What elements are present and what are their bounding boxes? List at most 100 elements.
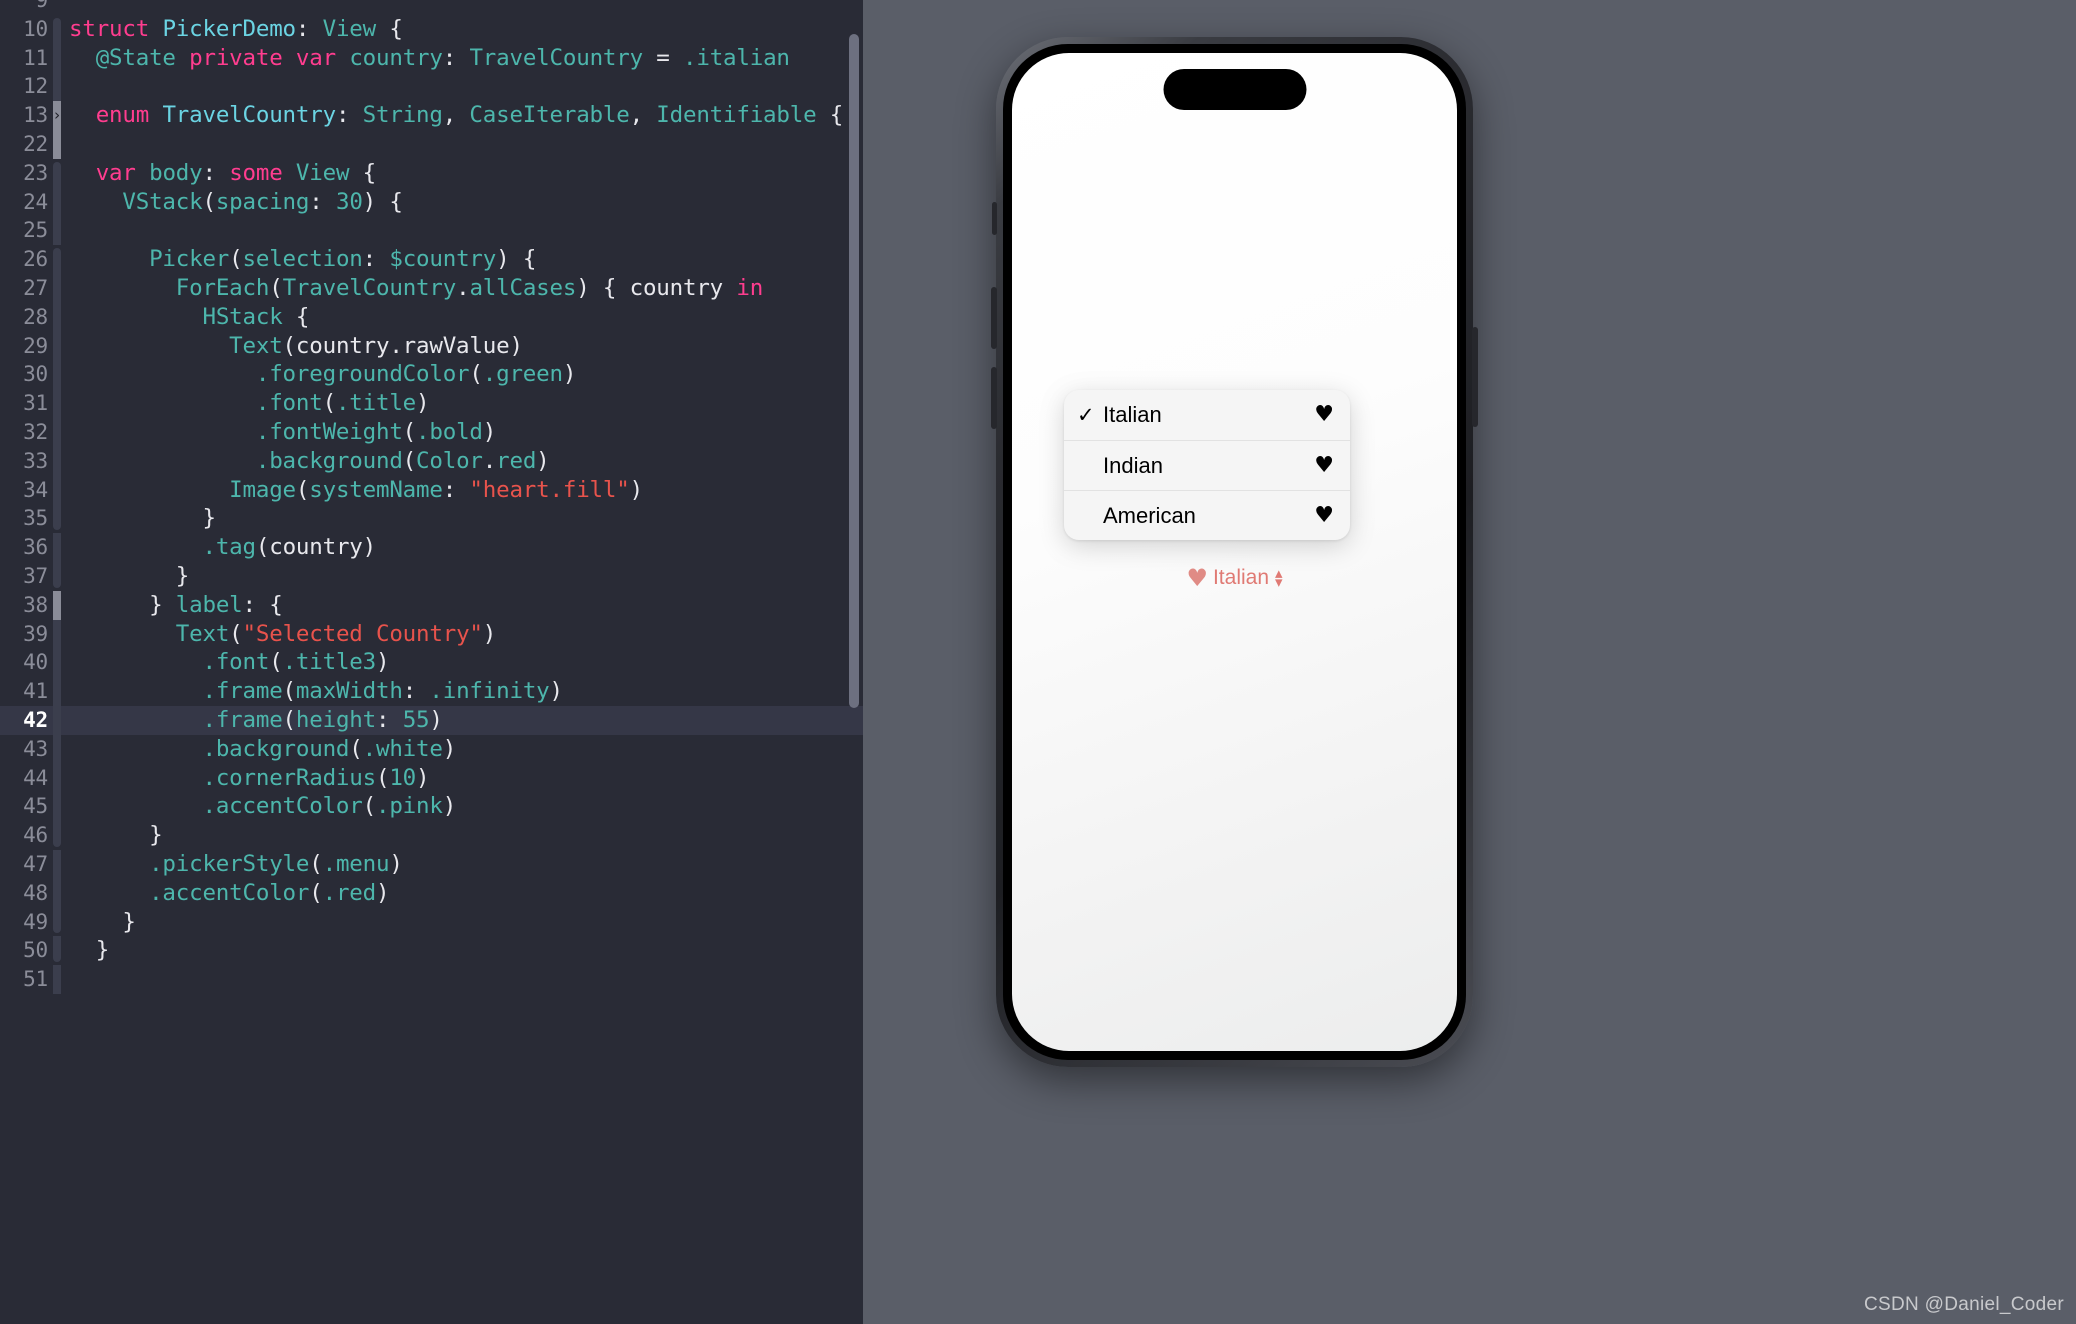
code-fold-ribbon <box>50 619 63 649</box>
code-token: in <box>736 274 764 301</box>
code-token: .foregroundColor <box>255 361 470 388</box>
picker-menu-item-label: Italian <box>1103 402 1162 427</box>
code-line[interactable]: 29 Text(country.rawValue) <box>0 331 863 361</box>
code-token: country <box>349 44 443 71</box>
line-number: 47 <box>23 851 48 876</box>
code-line-text: ForEach(TravelCountry.allCases) { countr… <box>63 274 863 303</box>
picker-menu-item[interactable]: ✓ Italian ♥ <box>1064 390 1350 440</box>
code-fold-ribbon <box>50 907 63 937</box>
code-line[interactable]: 25 <box>0 216 863 245</box>
heart-fill-icon: ♥ <box>1186 564 1208 592</box>
code-lines-container[interactable]: 9 10 struct PickerDemo: View {11 @State pr… <box>0 0 863 994</box>
code-line-text: .frame(height: 55) <box>63 706 863 735</box>
code-line[interactable]: 12 <box>0 72 863 101</box>
picker-dropdown-menu[interactable]: ✓ Italian ♥ Indian ♥ American ♥ <box>1064 390 1350 540</box>
code-token: enum <box>95 102 163 129</box>
code-line[interactable]: 50 } <box>0 936 863 965</box>
code-line[interactable]: 45 .accentColor(.pink) <box>0 792 863 821</box>
code-fold-ribbon <box>50 0 63 15</box>
line-number: 39 <box>23 621 48 646</box>
code-line[interactable]: 11 @State private var country: TravelCou… <box>0 43 863 73</box>
code-line-text: .accentColor(.pink) <box>63 792 863 821</box>
mute-switch[interactable] <box>992 202 997 235</box>
code-fold-ribbon <box>50 936 63 965</box>
code-line[interactable]: 10 struct PickerDemo: View { <box>0 15 863 44</box>
code-line[interactable]: 47 .pickerStyle(.menu) <box>0 849 863 879</box>
code-line[interactable]: 28 HStack { <box>0 302 863 332</box>
editor-vertical-scrollbar[interactable] <box>849 34 859 708</box>
code-line[interactable]: 51 <box>0 965 863 994</box>
code-token: .accentColor <box>149 879 310 906</box>
picker-menu-item[interactable]: American ♥ <box>1064 490 1350 540</box>
code-line[interactable]: 38 } label: { <box>0 590 863 620</box>
device-screen[interactable]: ✓ Italian ♥ Indian ♥ American ♥ ♥ Italian ▴ ▾ <box>1012 53 1457 1051</box>
preview-canvas[interactable]: ✓ Italian ♥ Indian ♥ American ♥ ♥ Italian ▴ ▾ … <box>863 0 2076 1324</box>
power-button[interactable] <box>1472 327 1478 427</box>
app-window: 9 10 struct PickerDemo: View {11 @State pr… <box>0 0 2076 1324</box>
code-line[interactable]: 35 } <box>0 504 863 533</box>
code-line[interactable]: 31 .font(.title) <box>0 389 863 418</box>
code-line[interactable]: 23 var body: some View { <box>0 159 863 188</box>
code-line[interactable]: 40 .font(.title3) <box>0 648 863 677</box>
code-line[interactable]: 42 .frame(height: 55) <box>0 705 863 735</box>
code-line-text: .background(Color.red) <box>63 447 863 476</box>
code-token: , <box>442 102 470 129</box>
code-token: .cornerRadius <box>202 764 376 791</box>
selected-country-label[interactable]: ♥ Italian ▴ ▾ <box>1012 564 1457 592</box>
code-token: ( <box>469 361 483 388</box>
code-line[interactable]: 26 Picker(selection: $country) { <box>0 245 863 274</box>
code-line[interactable]: 9 <box>0 0 863 15</box>
code-editor-panel[interactable]: 9 10 struct PickerDemo: View {11 @State pr… <box>0 0 863 1324</box>
code-line[interactable]: 33 .background(Color.red) <box>0 446 863 476</box>
code-token: ( <box>362 793 377 820</box>
code-line[interactable]: 39 Text("Selected Country") <box>0 619 863 649</box>
code-token: TravelCountry <box>162 102 336 129</box>
code-token: ( <box>255 534 270 561</box>
code-token: .bold <box>416 418 483 445</box>
code-token: struct <box>69 15 163 42</box>
line-number: 50 <box>23 938 48 963</box>
line-number: 33 <box>23 448 48 473</box>
code-line[interactable]: 43 .background(.white) <box>0 734 863 764</box>
code-line[interactable]: 41 .frame(maxWidth: .infinity) <box>0 677 863 706</box>
code-line[interactable]: 36 .tag(country) <box>0 533 863 562</box>
code-line-text: VStack(spacing: 30) { <box>63 188 863 217</box>
code-token: : { <box>242 591 283 618</box>
code-line[interactable]: 37 } <box>0 561 863 591</box>
code-fold-ribbon <box>50 561 63 591</box>
code-line[interactable]: 13 › enum TravelCountry: String, CaseIter… <box>0 101 863 130</box>
code-line[interactable]: 32 .fontWeight(.bold) <box>0 417 863 447</box>
code-line[interactable]: 27 ForEach(TravelCountry.allCases) { cou… <box>0 273 863 303</box>
code-line[interactable]: 30 .foregroundColor(.green) <box>0 360 863 389</box>
code-token: ) <box>509 332 523 359</box>
line-number: 41 <box>23 679 48 704</box>
code-line[interactable]: 49 } <box>0 907 863 937</box>
volume-up-button[interactable] <box>991 287 997 349</box>
code-line[interactable]: 44 .cornerRadius(10) <box>0 763 863 793</box>
picker-menu-item[interactable]: Indian ♥ <box>1064 440 1350 490</box>
code-line-text: .font(.title) <box>63 389 863 418</box>
code-line[interactable]: 34 Image(systemName: "heart.fill") <box>0 475 863 505</box>
code-token: ) <box>562 361 577 388</box>
code-token: ) { <box>576 274 630 301</box>
code-line[interactable]: 46 } <box>0 821 863 850</box>
code-token: PickerDemo <box>162 15 296 42</box>
code-line[interactable]: 24 VStack(spacing: 30) { <box>0 187 863 217</box>
line-number: 45 <box>23 794 48 819</box>
code-line[interactable]: 48 .accentColor(.red) <box>0 878 863 908</box>
code-token: .accentColor <box>202 793 363 820</box>
code-token: 10 <box>389 764 417 791</box>
chevron-right-icon[interactable]: › <box>53 101 61 130</box>
code-fold-toggle[interactable]: › <box>50 101 63 130</box>
code-token: ) <box>416 390 430 417</box>
volume-down-button[interactable] <box>991 367 997 429</box>
code-line[interactable]: 22 <box>0 129 863 159</box>
